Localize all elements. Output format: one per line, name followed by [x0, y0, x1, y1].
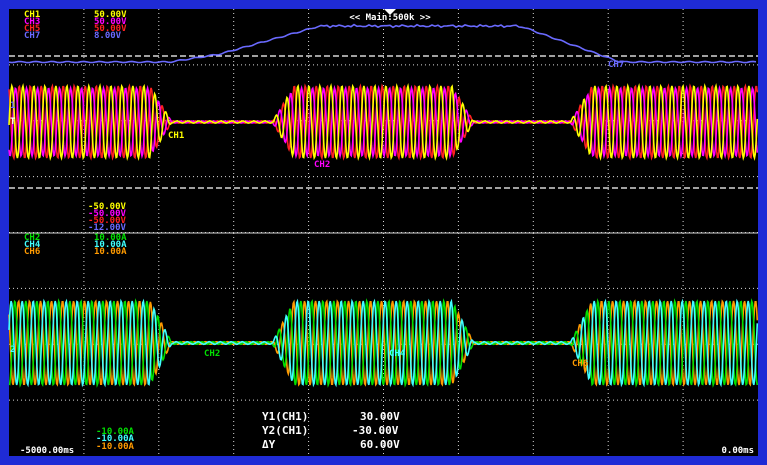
ground-marker-lower: 2	[10, 345, 15, 355]
ch6-bottom-value: -10.00A	[96, 442, 135, 452]
ch7-top-value: 8.00V	[94, 31, 122, 41]
ch2-lower-trace-label: CH2	[204, 349, 220, 359]
upper-scale-bottom: -50.00V -50.00V -50.00V -12.00V	[88, 202, 127, 233]
y1-value: 30.00V	[360, 410, 400, 423]
ch4-lower-trace-label: CH4	[389, 349, 406, 359]
timebase-label: << Main:500k >>	[349, 12, 431, 23]
time-axis-start: -5000.00ms	[20, 446, 74, 456]
ground-marker-upper: 1	[10, 101, 15, 111]
ch7-name: CH7	[24, 31, 40, 41]
ch1-trace-label: CH1	[168, 131, 184, 141]
y2-label: Y2(CH1)	[262, 424, 308, 437]
ch7-bottom-value: -12.00V	[88, 223, 127, 233]
ch6-top-value: 10.00A	[94, 247, 127, 257]
trigger-marker: T	[10, 117, 16, 127]
dy-label: ΔY	[262, 438, 276, 451]
time-axis-end: 0.00ms	[721, 446, 754, 456]
y2-value: -30.00V	[352, 424, 399, 437]
lower-scale-bottom: -10.00A -10.00A -10.00A	[96, 427, 135, 452]
ch6-name: CH6	[24, 247, 40, 257]
ch7-trace-label: CH7	[608, 60, 624, 70]
ch6-lower-trace-label: CH6	[572, 359, 588, 369]
y1-label: Y1(CH1)	[262, 410, 308, 423]
ch2-upper-trace-label: CH2	[314, 160, 330, 170]
dy-value: 60.00V	[360, 438, 400, 451]
oscilloscope-screen: << Main:500k >> CH1 50.00V CH3 50.00V CH…	[0, 0, 767, 465]
